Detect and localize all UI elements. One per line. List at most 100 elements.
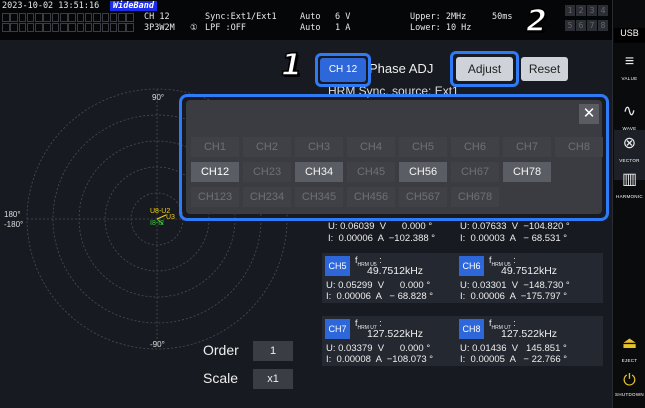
ch6-u-value: U: 0.03301 V −148.730 ° bbox=[460, 280, 570, 291]
status-ch-label: CH 12 bbox=[144, 12, 170, 22]
channel-option[interactable]: CH56 bbox=[399, 162, 447, 182]
angle-180-label: 180° bbox=[4, 210, 21, 219]
ch-indicator bbox=[35, 13, 43, 22]
ch-indicator bbox=[18, 23, 27, 32]
ch7-card: CH7 fHRM U7 : 127.522kHz U: 0.03379 V 0.… bbox=[322, 316, 469, 366]
channel-option[interactable]: CH678 bbox=[451, 187, 499, 207]
ch5-tag: CH5 bbox=[325, 256, 350, 276]
ch-indicator bbox=[101, 13, 110, 22]
angle-minus90-label: -90° bbox=[150, 340, 165, 349]
ch-indicator bbox=[26, 23, 35, 32]
ch-indicator bbox=[10, 13, 18, 22]
ch5-i-value: I: 0.00006 A − 68.828 ° bbox=[326, 291, 434, 302]
ch6-freq-value: 49.7512kHz bbox=[501, 265, 558, 277]
angle-minus180-label: -180° bbox=[4, 220, 24, 229]
channel-pair-popup: ✕ CH1 CH2 CH3 CH4 CH5 CH6 CH7 CH8 CH12 C… bbox=[186, 100, 603, 214]
order-value-box[interactable]: 1 bbox=[253, 341, 293, 361]
phase-adj-title: Phase ADJ bbox=[369, 61, 434, 76]
ch34-u-value: U: 0.06039 V 0.000 ° bbox=[328, 221, 433, 232]
ch-indicator bbox=[10, 23, 18, 32]
channel-number: 2 bbox=[576, 5, 586, 16]
angle-90-label: 90° bbox=[152, 93, 165, 102]
ch6-i-value: I: 0.00006 A −175.797 ° bbox=[460, 291, 568, 302]
channel-option[interactable]: CH6 bbox=[451, 137, 499, 157]
vector-icon: ⊗ bbox=[622, 135, 637, 152]
close-icon[interactable]: ✕ bbox=[579, 104, 599, 124]
voltage-vector bbox=[156, 214, 167, 220]
ch5-freq-value: 49.7512kHz bbox=[367, 265, 424, 277]
channel-option[interactable]: CH5 bbox=[399, 137, 447, 157]
ch4-i-value: I: 0.00003 A − 68.531 ° bbox=[460, 233, 568, 244]
ch8-freq-value: 127.522kHz bbox=[501, 328, 558, 340]
channel-option[interactable]: CH456 bbox=[347, 187, 395, 207]
ch-indicator bbox=[126, 13, 134, 22]
harmonic-button[interactable]: ▥ HARMONIC bbox=[614, 166, 645, 216]
channel-select-button[interactable]: CH 12 bbox=[320, 58, 366, 82]
status-upper: Upper: 2MHz bbox=[410, 12, 467, 22]
value-icon: ≡ bbox=[624, 53, 635, 70]
channel-status-grid bbox=[2, 13, 135, 32]
eject-label: EJECT bbox=[621, 358, 638, 363]
status-auto-v: Auto bbox=[300, 12, 321, 22]
ch-indicator bbox=[43, 23, 51, 32]
ch-indicator bbox=[60, 23, 68, 32]
screen: 2023-10-02 13:51:16 WideBand CH 12 3P3W2… bbox=[0, 0, 645, 408]
reset-button[interactable]: Reset bbox=[521, 57, 568, 81]
channel-option[interactable]: CH2 bbox=[243, 137, 291, 157]
channel-option[interactable]: CH23 bbox=[243, 162, 291, 182]
usb-indicator: USB bbox=[614, 28, 645, 43]
channel-option[interactable]: CH234 bbox=[243, 187, 291, 207]
ch-indicator bbox=[60, 13, 68, 22]
channel-option[interactable]: CH4 bbox=[347, 137, 395, 157]
status-range-a: 1 A bbox=[335, 23, 351, 33]
channel-option[interactable]: CH567 bbox=[399, 187, 447, 207]
ch6-tag: CH6 bbox=[459, 256, 484, 276]
ch-indicator bbox=[84, 13, 93, 22]
shutdown-button[interactable]: ⏻ SHUTDOWN bbox=[614, 370, 645, 408]
channel-option[interactable]: CH7 bbox=[503, 137, 551, 157]
channel-option[interactable]: CH1 bbox=[191, 137, 239, 157]
ch-indicator bbox=[118, 13, 126, 22]
ch-indicator bbox=[51, 13, 60, 22]
channel-option[interactable]: CH3 bbox=[295, 137, 343, 157]
channel-option[interactable]: CH78 bbox=[503, 162, 551, 182]
status-circle-num: ① bbox=[190, 23, 198, 33]
channel-option[interactable]: CH45 bbox=[347, 162, 395, 182]
value-button[interactable]: ≡ VALUE bbox=[614, 48, 645, 98]
channel-option[interactable]: CH34 bbox=[295, 162, 343, 182]
ch7-u-value: U: 0.03379 V 0.000 ° bbox=[326, 343, 431, 354]
marker-i-label: I8-I2 bbox=[150, 220, 165, 227]
marker-u3-label: U3 bbox=[166, 214, 175, 221]
ch4-u-value: U: 0.07633 V −104.820 ° bbox=[460, 221, 570, 232]
scale-value-box[interactable]: x1 bbox=[253, 369, 293, 389]
channel-option[interactable]: CH8 bbox=[555, 137, 603, 157]
ch-indicator bbox=[109, 23, 118, 32]
harmonic-icon: ▥ bbox=[621, 171, 638, 188]
channel-option[interactable]: CH123 bbox=[191, 187, 239, 207]
status-lpf: LPF :OFF bbox=[205, 23, 246, 33]
order-label: Order bbox=[203, 342, 239, 358]
ch8-u-value: U: 0.01436 V 145.851 ° bbox=[460, 343, 567, 354]
ch-indicator bbox=[93, 23, 101, 32]
ch-indicator bbox=[18, 13, 27, 22]
channel-number: 7 bbox=[587, 20, 597, 31]
ch5-u-value: U: 0.05299 V 0.000 ° bbox=[326, 280, 431, 291]
status-lower: Lower: 10 Hz bbox=[410, 23, 472, 33]
channel-option-selected[interactable]: CH12 bbox=[191, 162, 239, 182]
ch-indicator bbox=[109, 13, 118, 22]
channel-option[interactable]: CH67 bbox=[451, 162, 499, 182]
ch8-card: CH8 fHRM U7 : 127.522kHz U: 0.01436 V 14… bbox=[456, 316, 603, 366]
ch-indicator bbox=[93, 13, 101, 22]
status-wiring: 3P3W2M bbox=[144, 23, 175, 33]
adjust-button[interactable]: Adjust bbox=[456, 57, 513, 81]
ch-indicator bbox=[76, 13, 85, 22]
ch-indicator bbox=[2, 23, 10, 32]
status-bar: 2023-10-02 13:51:16 WideBand CH 12 3P3W2… bbox=[0, 0, 612, 40]
ch5-card: CH5 fHRM U5 : 49.7512kHz U: 0.05299 V 0.… bbox=[322, 253, 469, 303]
eject-icon: ⏏ bbox=[621, 335, 638, 352]
ch-indicator bbox=[68, 13, 76, 22]
ch8-tag: CH8 bbox=[459, 319, 484, 339]
ch-indicator bbox=[101, 23, 110, 32]
datetime: 2023-10-02 13:51:16 bbox=[2, 1, 100, 11]
channel-option[interactable]: CH345 bbox=[295, 187, 343, 207]
